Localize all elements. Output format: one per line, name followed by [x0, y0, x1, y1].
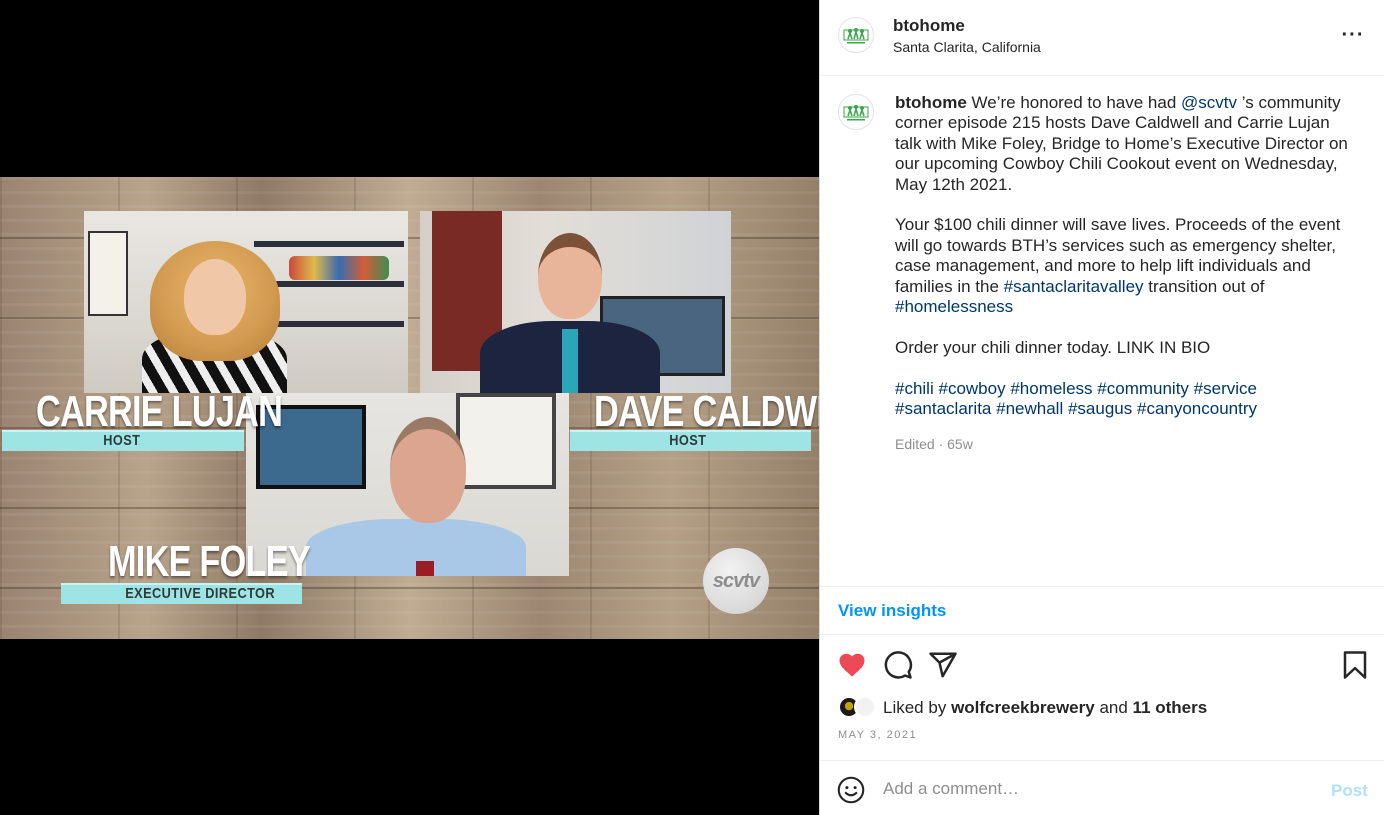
host-role: HOST — [669, 432, 707, 449]
liker-avatar[interactable] — [854, 696, 876, 718]
insights-bar: View insights — [820, 586, 1384, 635]
host-name: MIKE FOLEY — [108, 537, 311, 586]
emoji-icon[interactable] — [837, 776, 865, 804]
scvtv-logo: scvtv — [703, 548, 769, 614]
bookmark-icon[interactable] — [1340, 650, 1370, 680]
hashtag-link[interactable]: #homeless — [1010, 379, 1092, 398]
profile-avatar[interactable] — [838, 17, 874, 53]
caption-username[interactable]: btohome — [895, 93, 967, 112]
likes-summary: Liked by wolfcreekbrewery and 11 others — [883, 698, 1207, 718]
hashtag-link[interactable]: #homelessness — [895, 297, 1013, 316]
certificate-frame — [456, 393, 556, 489]
person-dave-tie — [562, 329, 578, 393]
shelf — [254, 241, 404, 247]
btohome-logo-icon — [843, 105, 869, 121]
view-insights-link[interactable]: View insights — [838, 601, 946, 621]
post-side-panel: btohome Santa Clarita, California ··· bt… — [819, 0, 1384, 815]
hashtag-link[interactable]: #community — [1097, 379, 1189, 398]
share-icon[interactable] — [928, 650, 958, 680]
caption-meta: Edited · 65w — [895, 436, 973, 452]
shelf-items — [289, 256, 389, 280]
caption-area: btohome We’re honored to have had @scvtv… — [820, 76, 1384, 586]
caption-paragraph-2: Your $100 chili dinner will save lives. … — [895, 215, 1355, 317]
person-mike-tie — [416, 561, 434, 576]
hashtag-link[interactable]: #cowboy — [938, 379, 1005, 398]
likes-prefix: Liked by — [883, 698, 947, 717]
wall-frame — [88, 231, 128, 316]
caption-hashtags: #chili #cowboy #homeless #community #ser… — [895, 379, 1355, 420]
likes-others-link[interactable]: 11 others — [1133, 698, 1208, 717]
more-icon[interactable]: ··· — [1340, 22, 1366, 48]
camera-feed-carrie — [84, 211, 408, 393]
post-header: btohome Santa Clarita, California ··· — [820, 0, 1384, 76]
comment-input[interactable] — [883, 777, 1303, 801]
hashtag-link[interactable]: #santaclarita — [895, 399, 991, 418]
host-role: EXECUTIVE DIRECTOR — [125, 585, 276, 602]
caption-paragraph-3: Order your chili dinner today. LINK IN B… — [895, 337, 1211, 357]
hashtag-link[interactable]: #newhall — [996, 399, 1063, 418]
post-caption: btohome We’re honored to have had @scvtv… — [895, 93, 1355, 440]
post-actions — [820, 636, 1384, 692]
caption-avatar[interactable] — [838, 94, 874, 130]
caption-text: transition out of — [1148, 276, 1265, 296]
person-dave-face — [538, 233, 602, 319]
post-date[interactable]: MAY 3, 2021 — [838, 729, 917, 741]
likes-row: Liked by wolfcreekbrewery and 11 others — [820, 694, 1384, 722]
hashtag-link[interactable]: #santaclaritavalley — [1004, 277, 1144, 296]
hashtag-link[interactable]: #saugus — [1068, 399, 1132, 418]
heart-icon[interactable] — [837, 650, 867, 680]
caption-paragraph-1: btohome We’re honored to have had @scvtv… — [895, 93, 1355, 195]
comment-bar: Post — [820, 760, 1384, 815]
person-mike-face — [390, 417, 466, 523]
caption-text: We’re honored to have had — [971, 93, 1177, 112]
btohome-logo-icon — [843, 28, 869, 44]
post-button[interactable]: Post — [1331, 781, 1368, 801]
likes-middle: and — [1099, 698, 1128, 717]
comment-icon[interactable] — [883, 650, 913, 680]
hashtag-link[interactable]: #service — [1194, 379, 1257, 398]
mention-link[interactable]: @scvtv — [1181, 93, 1237, 112]
camera-feed-dave — [420, 211, 731, 393]
post-media[interactable]: CARRIE LUJAN HOST DAVE CALDWELL HOST MIK… — [0, 0, 819, 815]
hashtag-link[interactable]: #chili — [895, 379, 934, 398]
post-location[interactable]: Santa Clarita, California — [893, 39, 1041, 55]
video-frame: CARRIE LUJAN HOST DAVE CALDWELL HOST MIK… — [0, 177, 819, 639]
hashtag-link[interactable]: #canyoncountry — [1137, 399, 1257, 418]
profile-username[interactable]: btohome — [893, 16, 965, 36]
liker-username[interactable]: wolfcreekbrewery — [951, 698, 1095, 717]
person-carrie-face — [184, 259, 246, 335]
host-role: HOST — [103, 432, 141, 449]
